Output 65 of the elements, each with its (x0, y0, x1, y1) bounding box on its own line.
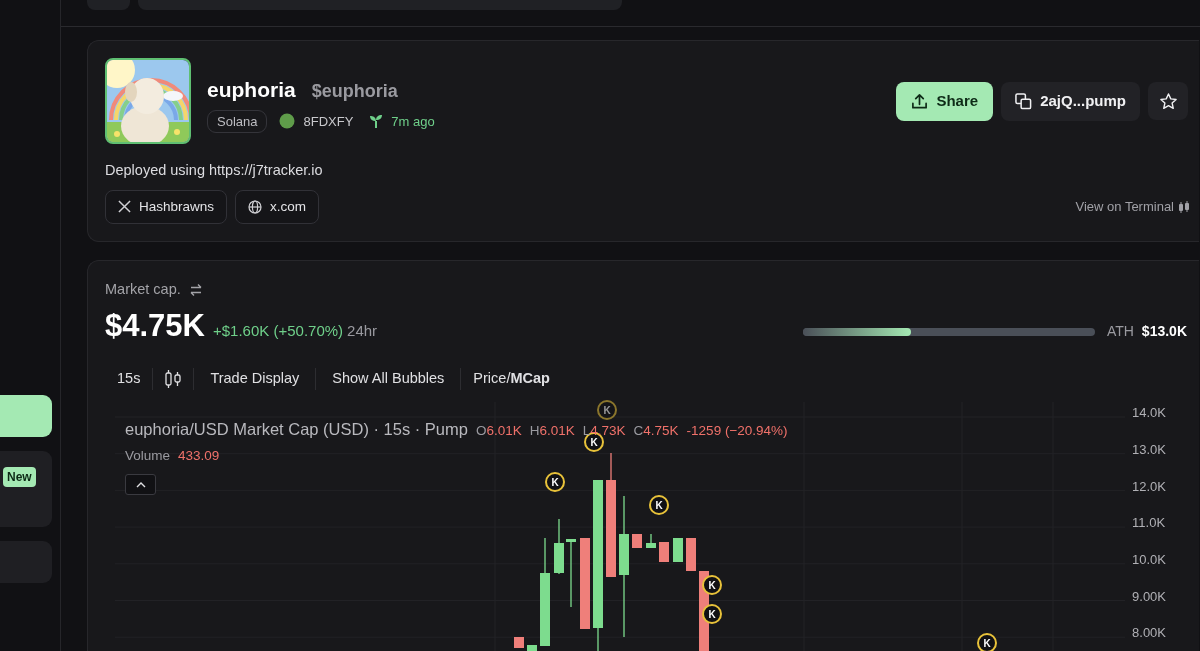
candle (514, 636, 524, 649)
copy-address-button[interactable]: 2ajQ...pump (1001, 82, 1140, 121)
swap-icon[interactable] (188, 282, 203, 297)
axis-label: 8.00K (1132, 624, 1168, 643)
market-cap-value: $4.75K (105, 309, 205, 341)
ohlc-value: O6.01K (475, 422, 522, 441)
candle (686, 537, 696, 572)
axis-label: 10.0K (1132, 551, 1168, 569)
trade-bubble[interactable]: K (977, 633, 997, 651)
chevron-up-icon (135, 481, 146, 488)
ath-value: $13.0K (1141, 322, 1187, 342)
ohlc-value: H6.01K (529, 422, 575, 441)
token-description: Deployed using https://j7tracker.io (105, 161, 324, 180)
sprout-icon (369, 114, 384, 129)
token-ticker: $euphoria (311, 80, 398, 103)
x-icon (118, 200, 131, 214)
token-name: euphoria (207, 77, 296, 103)
favorite-button[interactable] (1148, 82, 1188, 120)
avatar-icon (279, 113, 296, 130)
trade-bubble[interactable]: K (702, 604, 722, 625)
creator-link[interactable]: 8FDXFY (303, 111, 354, 131)
change-period: 24hr (347, 320, 378, 341)
share-button[interactable]: Share (896, 82, 994, 121)
toolbar-button[interactable]: Show All Bubbles (316, 367, 461, 390)
candle (673, 537, 683, 563)
axis-label: 13.0K (1132, 440, 1168, 459)
candle (632, 533, 642, 549)
axis-label: 14.0K (1132, 404, 1168, 423)
ohlc-value: C4.75K (633, 422, 679, 441)
price-mcap-toggle[interactable]: Price/MCap (461, 367, 562, 390)
price-change: -1259 (−20.94%) (686, 422, 788, 441)
volume-value: 433.09 (178, 447, 220, 465)
social-link[interactable]: x.com (235, 189, 320, 224)
new-badge: New (3, 467, 36, 487)
chart-title: euphoria/USD Market Cap (USD) · 15s · Pump (125, 419, 468, 441)
copy-icon (1015, 92, 1033, 110)
ath-label: ATH (1106, 322, 1134, 342)
trade-bubble[interactable]: K (702, 575, 722, 596)
candle (566, 538, 576, 608)
collapse-button[interactable] (125, 474, 156, 496)
volume-label: Volume (125, 447, 171, 465)
trade-bubble[interactable]: K (597, 400, 617, 421)
candle (646, 533, 656, 549)
candle (554, 518, 564, 575)
globe-icon (248, 199, 263, 214)
interval-button[interactable]: 15s (105, 367, 153, 390)
social-link[interactable]: Hashbrawns (105, 189, 228, 224)
market-cap-change: +$1.60K (+50.70%) (212, 320, 344, 341)
upload-icon (911, 92, 929, 110)
toolbar-button[interactable]: Trade Display (194, 367, 316, 390)
axis-label: 9.00K (1132, 587, 1168, 606)
star-icon (1158, 91, 1178, 111)
axis-label: 11.0K (1132, 514, 1167, 533)
terminal-link[interactable]: View on Terminal (1075, 197, 1174, 217)
candle (659, 541, 669, 563)
market-cap-label: Market cap. (105, 280, 181, 299)
candlestick-icon (1178, 200, 1190, 213)
candlestick-icon (165, 369, 182, 390)
sidebar-item[interactable]: New (0, 451, 52, 527)
chain-badge: Solana (207, 109, 268, 133)
candle (527, 644, 537, 651)
trade-bubble[interactable]: K (545, 472, 565, 493)
token-age: 7m ago (391, 112, 435, 131)
trade-bubble[interactable]: K (649, 495, 669, 516)
axis-label: 12.0K (1132, 477, 1168, 496)
